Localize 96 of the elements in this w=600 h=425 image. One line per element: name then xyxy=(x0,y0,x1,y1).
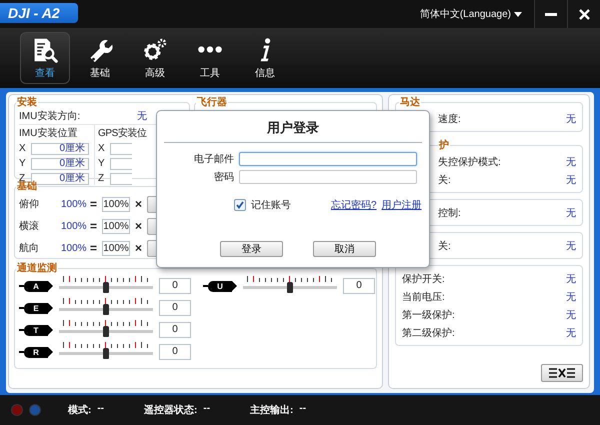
toolbar-tab[interactable]: 工具 xyxy=(185,32,235,84)
value-field: 0 xyxy=(159,300,191,316)
more-icon xyxy=(197,46,223,52)
status-label: 遥控器状态: xyxy=(144,403,198,417)
slider-thumb[interactable] xyxy=(287,282,293,293)
field-label: 第二级保护: xyxy=(402,326,456,340)
row-label: 横滚 xyxy=(19,220,40,233)
close-icon xyxy=(578,8,590,20)
value-field: 0 xyxy=(159,322,191,338)
field-label: 速度: xyxy=(438,112,462,126)
axis-label: Y xyxy=(98,158,106,169)
total-value: 100% xyxy=(61,220,85,232)
gears-icon xyxy=(142,36,168,62)
axis-label: X xyxy=(19,143,27,154)
field-label: 保护开关: xyxy=(402,272,446,286)
field-value: 无 xyxy=(566,273,576,286)
axis-label: Y xyxy=(19,158,27,169)
field-label: 密码 xyxy=(213,170,234,184)
toolbar-tab[interactable]: 查看 xyxy=(20,32,70,84)
value-field: 0 xyxy=(159,344,191,360)
slider-thumb[interactable] xyxy=(103,282,109,293)
row-label: 俯仰 xyxy=(19,198,40,211)
status-value: -- xyxy=(299,403,306,416)
minimize-icon xyxy=(545,12,557,16)
input-field[interactable]: 0厘米 xyxy=(31,142,89,154)
times-sign: × xyxy=(134,219,143,233)
equals-sign: = xyxy=(89,197,98,211)
toolbar-tab[interactable]: 高级 xyxy=(130,32,180,84)
times-sign: × xyxy=(134,197,143,211)
section-title: 通道监测 xyxy=(16,262,58,275)
tool-button[interactable] xyxy=(541,364,583,382)
field-value: 无 xyxy=(566,207,576,220)
field-label: IMU安装方向: xyxy=(19,110,82,122)
axis-label: X xyxy=(98,143,106,154)
section-title: 马达 xyxy=(399,96,421,109)
field-value: 无 xyxy=(566,156,576,169)
language-selector[interactable]: 简体中文(Language) xyxy=(420,7,522,21)
status-value: -- xyxy=(97,403,104,416)
equals-sign: = xyxy=(89,241,98,255)
total-value: 100% xyxy=(61,198,85,210)
checkbox[interactable] xyxy=(234,199,246,211)
input-field[interactable] xyxy=(110,172,132,184)
slider-thumb[interactable] xyxy=(103,326,109,337)
field-value: 无 xyxy=(137,110,147,122)
status-label: 主控输出: xyxy=(250,403,294,417)
field-value: 无 xyxy=(566,291,576,304)
input-field[interactable] xyxy=(110,158,132,170)
section-title: 飞行器 xyxy=(196,96,228,109)
input-field[interactable]: 100% xyxy=(102,218,130,234)
field-label: 控制: xyxy=(438,206,462,220)
times-sign: × xyxy=(134,241,143,255)
input-field[interactable]: 100% xyxy=(102,196,130,212)
link[interactable]: 忘记密码? xyxy=(331,198,377,212)
value-field: 0 xyxy=(159,278,191,294)
input-field[interactable] xyxy=(110,142,132,154)
group-title: IMU安装位置 xyxy=(19,126,78,140)
toolbar-tab[interactable]: 信息 xyxy=(240,32,290,84)
field-label: 关: xyxy=(438,174,452,187)
lines-cross-icon xyxy=(549,367,575,379)
status-label: 模式: xyxy=(68,404,92,417)
equals-sign: = xyxy=(89,219,98,233)
slider-thumb[interactable] xyxy=(103,304,109,315)
input-field[interactable] xyxy=(239,152,417,166)
field-label: 电子邮件 xyxy=(193,152,234,166)
minimize-button[interactable] xyxy=(534,0,567,28)
field-value: 无 xyxy=(566,309,576,322)
value-field: 0 xyxy=(343,278,375,294)
total-value: 100% xyxy=(61,242,85,254)
axis-label: Z xyxy=(98,173,106,184)
toolbar-tab[interactable]: 基础 xyxy=(75,32,125,84)
field-label: 失控保护模式: xyxy=(438,156,502,169)
group-title: GPS安装位 xyxy=(98,126,148,140)
dialog-button[interactable]: 取消 xyxy=(313,241,376,257)
dialog-title: 用户登录 xyxy=(267,119,319,137)
input-field[interactable]: 0厘米 xyxy=(31,158,89,170)
link[interactable]: 用户注册 xyxy=(382,198,422,212)
field-value: 无 xyxy=(566,113,576,126)
slider-thumb[interactable] xyxy=(103,348,109,359)
section-title: 安装 xyxy=(16,95,38,109)
checkbox-label: 记住账号 xyxy=(251,198,291,212)
field-value: 无 xyxy=(566,327,576,340)
field-label: 第一级保护: xyxy=(402,308,456,322)
row-label: 航向 xyxy=(19,242,40,255)
field-label: 当前电压: xyxy=(402,290,446,304)
app-title: DJI - A2 xyxy=(0,3,78,23)
close-button[interactable] xyxy=(567,0,600,28)
field-value: 无 xyxy=(566,240,576,253)
caret-icon xyxy=(514,12,522,16)
field-label: 关: xyxy=(438,240,452,253)
section-title: 护 xyxy=(438,138,450,152)
field-value: 无 xyxy=(566,174,576,187)
document-search-icon xyxy=(32,36,58,62)
status-value: -- xyxy=(203,403,210,416)
input-field[interactable] xyxy=(239,170,417,184)
dialog-button[interactable]: 登录 xyxy=(220,241,283,257)
input-field[interactable]: 100% xyxy=(102,240,130,256)
